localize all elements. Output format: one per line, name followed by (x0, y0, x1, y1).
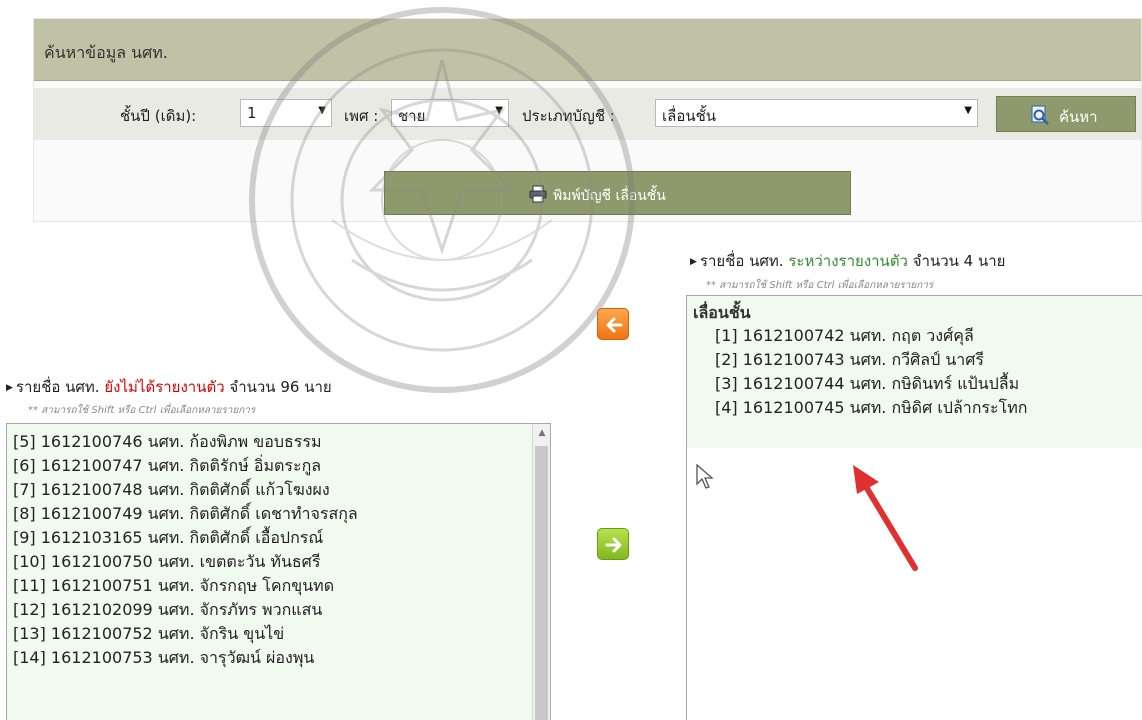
list-item[interactable]: [9] 1612103165 นศท. กิตติศักดิ์ เอื้อปกร… (13, 526, 550, 550)
scrollbar[interactable]: ▲ (532, 424, 550, 720)
right-heading-status: ระหว่างรายงานตัว (788, 252, 908, 270)
search-button[interactable]: ค้นหา (996, 96, 1136, 132)
list-item[interactable]: [14] 1612100753 นศท. จารุวัฒน์ ผ่องพุน (13, 646, 550, 670)
right-list-hint: ** สามารถใช้ Shift หรือ Ctrl เพื่อเลือกห… (706, 280, 934, 291)
left-heading-count: จำนวน 96 นาย (229, 378, 332, 396)
print-button[interactable]: พิมพ์บัญชี เลื่อนชั้น (384, 171, 851, 215)
search-panel: ค้นหาข้อมูล นศท. ชั้นปี (เดิม): 1 ▼ เพศ … (33, 18, 1142, 222)
list-item[interactable]: [10] 1612100750 นศท. เขตตะวัน ทันธศรี (13, 550, 550, 574)
red-arrow-icon (853, 465, 918, 571)
chevron-down-icon: ▼ (318, 105, 326, 116)
search-button-label: ค้นหา (1059, 108, 1098, 126)
list-item[interactable]: [11] 1612100751 นศท. จักรกฤษ โคกขุนทด (13, 574, 550, 598)
list-item[interactable]: [3] 1612100744 นศท. กษิดินทร์ แป้นปลื้ม (715, 372, 1142, 396)
reporting-group: เลื่อนชั้น [1] 1612100742 นศท. กฤต วงศ์ค… (687, 296, 1142, 448)
move-right-button[interactable] (597, 528, 629, 560)
page: ค้นหาข้อมูล นศท. ชั้นปี (เดิม): 1 ▼ เพศ … (0, 0, 1142, 720)
group-label: เลื่อนชั้น (693, 303, 751, 322)
right-heading-count: จำนวน 4 นาย (912, 252, 1006, 270)
list-item[interactable]: [4] 1612100745 นศท. กษิดิศ เปล้ากระโทก (715, 396, 1142, 420)
reporting-items: [1] 1612100742 นศท. กฤต วงศ์คุลี [2] 1612… (693, 324, 1142, 420)
left-list-hint: ** สามารถใช้ Shift หรือ Ctrl เพื่อเลือกห… (28, 405, 256, 416)
right-list-heading: ▶ รายชื่อ นศท. ระหว่างรายงานตัว จำนวน 4 น… (690, 249, 1005, 273)
list-item[interactable]: [13] 1612100752 นศท. จักริน ขุนไข่ (13, 622, 550, 646)
left-heading-status: ยังไม่ได้รายงานตัว (104, 378, 225, 396)
gender-select[interactable]: ชาย ▼ (391, 99, 509, 127)
left-heading-prefix: รายชื่อ นศท. (15, 378, 100, 396)
list-item[interactable]: [8] 1612100749 นศท. กิตติศักดิ์ เดชาทำจร… (13, 502, 550, 526)
unreported-items: [5] 1612100746 นศท. ก้องพิภพ ขอบธรรม [6] … (13, 430, 550, 670)
arrow-right-icon (605, 537, 622, 553)
chevron-down-icon: ▼ (495, 105, 503, 116)
filter-row: ชั้นปี (เดิม): 1 ▼ เพศ : ชาย ▼ ประเภทบัญ… (34, 88, 1141, 140)
scroll-up-icon[interactable]: ▲ (533, 424, 550, 442)
type-select-value: เลื่อนชั้น (662, 107, 717, 125)
list-item[interactable]: [1] 1612100742 นศท. กฤต วงศ์คุลี (715, 324, 1142, 348)
year-label: ชั้นปี (เดิม): (120, 107, 197, 125)
list-item[interactable]: [7] 1612100748 นศท. กิตติศักดิ์ แก้วโฆงผ… (13, 478, 550, 502)
year-select-value: 1 (247, 104, 257, 122)
print-button-label: พิมพ์บัญชี เลื่อนชั้น (553, 188, 666, 204)
right-heading-prefix: รายชื่อ นศท. (699, 252, 784, 270)
left-list-heading: ▶ รายชื่อ นศท. ยังไม่ได้รายงานตัว จำนวน 9… (6, 375, 332, 399)
mouse-pointer-icon (696, 464, 714, 489)
year-select[interactable]: 1 ▼ (240, 99, 332, 127)
search-header: ค้นหาข้อมูล นศท. (34, 19, 1141, 81)
move-left-button[interactable] (597, 308, 629, 340)
type-label: ประเภทบัญชี : (522, 107, 615, 125)
list-item[interactable]: [6] 1612100747 นศท. กิตติรักษ์ อิ่มตระกู… (13, 454, 550, 478)
unreported-listbox[interactable]: [5] 1612100746 นศท. ก้องพิภพ ขอบธรรม [6] … (6, 423, 551, 720)
search-title: ค้นหาข้อมูล นศท. (44, 43, 168, 62)
list-item[interactable]: [12] 1612102099 นศท. จักรภัทร พวกแสน (13, 598, 550, 622)
magnifier-icon (1031, 105, 1049, 125)
arrow-left-icon (606, 317, 623, 333)
scroll-thumb[interactable] (535, 446, 548, 720)
gender-select-value: ชาย (398, 107, 426, 125)
bullet-triangle-icon: ▶ (6, 383, 13, 393)
list-item[interactable]: [5] 1612100746 นศท. ก้องพิภพ ขอบธรรม (13, 430, 550, 454)
type-select[interactable]: เลื่อนชั้น ▼ (655, 99, 978, 127)
gender-label: เพศ : (344, 107, 379, 125)
printer-icon (529, 185, 547, 203)
chevron-down-icon: ▼ (964, 105, 972, 116)
list-item[interactable]: [2] 1612100743 นศท. กวีศิลป์ นาศรี (715, 348, 1142, 372)
bullet-triangle-icon: ▶ (690, 257, 697, 267)
